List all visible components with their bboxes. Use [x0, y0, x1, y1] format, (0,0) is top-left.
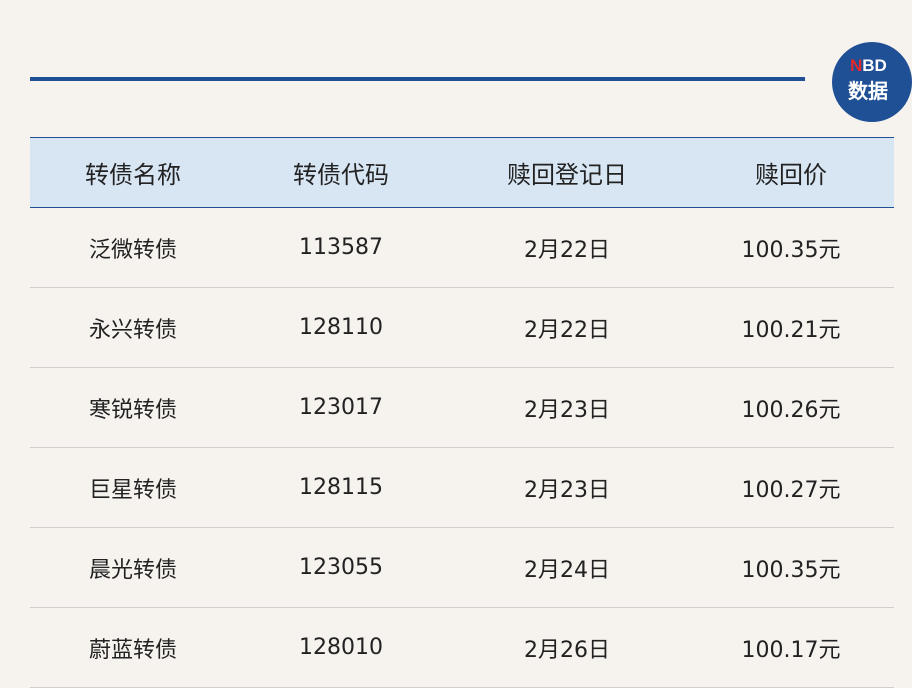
cell-redemption-date: 2月23日 [446, 447, 688, 528]
logo-label: 数据 [848, 79, 888, 103]
header-redemption-date: 赎回登记日 [446, 137, 688, 208]
logo-brand-n: N [850, 56, 863, 75]
cell-redemption-date: 2月26日 [446, 607, 688, 688]
table-row: 泛微转债 113587 2月22日 100.35元 [30, 207, 894, 288]
table-row: 巨星转债 128115 2月23日 100.27元 [30, 447, 894, 528]
cell-bond-code: 113587 [236, 207, 446, 288]
table-row: 寒锐转债 123017 2月23日 100.26元 [30, 367, 894, 448]
top-accent-bar [30, 77, 805, 81]
table-row: 永兴转债 128110 2月22日 100.21元 [30, 287, 894, 368]
cell-bond-name: 晨光转债 [30, 527, 236, 608]
cell-bond-name: 蔚蓝转债 [30, 607, 236, 688]
cell-bond-code: 128110 [236, 287, 446, 368]
table-row: 晨光转债 123055 2月24日 100.35元 [30, 527, 894, 608]
cell-redemption-date: 2月22日 [446, 287, 688, 368]
table-header-row: 转债名称 转债代码 赎回登记日 赎回价 [30, 137, 894, 208]
cell-bond-code: 128010 [236, 607, 446, 688]
logo-brand-text: NBD [850, 56, 887, 76]
cell-redemption-date: 2月23日 [446, 367, 688, 448]
cell-bond-name: 永兴转债 [30, 287, 236, 368]
header-redemption-price: 赎回价 [688, 137, 894, 208]
cell-redemption-price: 100.35元 [688, 207, 894, 288]
header-bond-name: 转债名称 [30, 137, 236, 208]
cell-redemption-price: 100.26元 [688, 367, 894, 448]
cell-bond-name: 巨星转债 [30, 447, 236, 528]
cell-redemption-date: 2月24日 [446, 527, 688, 608]
cell-redemption-date: 2月22日 [446, 207, 688, 288]
bond-redemption-table: 转债名称 转债代码 赎回登记日 赎回价 泛微转债 113587 2月22日 10… [30, 137, 894, 688]
cell-redemption-price: 100.21元 [688, 287, 894, 368]
cell-bond-name: 寒锐转债 [30, 367, 236, 448]
header-bond-code: 转债代码 [236, 137, 446, 208]
cell-bond-code: 123055 [236, 527, 446, 608]
cell-redemption-price: 100.17元 [688, 607, 894, 688]
cell-redemption-price: 100.35元 [688, 527, 894, 608]
logo-brand-rest: BD [862, 56, 887, 75]
cell-bond-code: 128115 [236, 447, 446, 528]
cell-bond-name: 泛微转债 [30, 207, 236, 288]
table-row: 蔚蓝转债 128010 2月26日 100.17元 [30, 607, 894, 688]
nbd-data-logo: NBD 数据 [832, 42, 912, 122]
cell-redemption-price: 100.27元 [688, 447, 894, 528]
cell-bond-code: 123017 [236, 367, 446, 448]
